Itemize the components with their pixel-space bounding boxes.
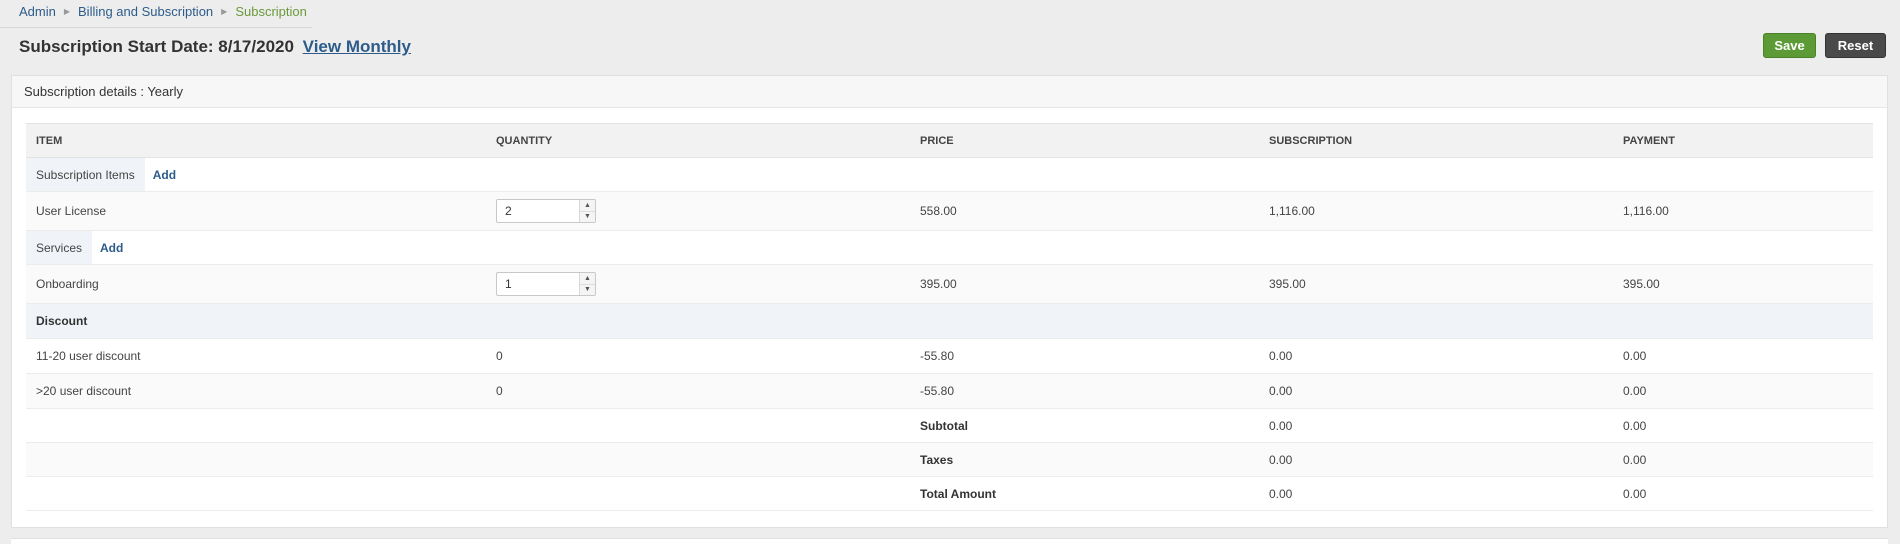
breadcrumb: Admin ▶ Billing and Subscription ▶ Subsc… (19, 0, 307, 22)
subscription-cell: 1,116.00 (1259, 191, 1613, 231)
item-name: >20 user discount (26, 373, 486, 409)
subscription-start-date: Subscription Start Date: 8/17/2020 (19, 37, 294, 56)
page-title: Subscription Start Date: 8/17/2020 View … (19, 37, 411, 57)
payment-cell: 0.00 (1613, 373, 1873, 409)
column-header-price: PRICE (910, 123, 1259, 158)
reset-button[interactable]: Reset (1825, 33, 1886, 58)
payment-cell: 0.00 (1613, 408, 1873, 443)
add-subscription-item-button[interactable]: Add (145, 158, 176, 191)
payment-cell: 0.00 (1613, 442, 1873, 477)
table-header-row: ITEM QUANTITY PRICE SUBSCRIPTION PAYMENT (26, 123, 1873, 158)
summary-label: Subtotal (910, 408, 1259, 443)
chevron-right-icon: ▶ (221, 6, 228, 16)
quantity-stepper[interactable]: 1 ▲ ▼ (496, 272, 596, 296)
table-row-onboarding: Onboarding 1 ▲ ▼ 395.00 395.00 395.00 (26, 264, 1873, 304)
quantity-cell: 0 (486, 338, 910, 374)
payment-cell: 0.00 (1613, 476, 1873, 511)
view-monthly-link[interactable]: View Monthly (303, 37, 411, 56)
subscription-cell: 0.00 (1259, 338, 1613, 374)
save-button[interactable]: Save (1763, 33, 1816, 58)
panel-title: Subscription details : Yearly (12, 76, 1887, 108)
column-header-payment: PAYMENT (1613, 123, 1873, 158)
table-row-user-license: User License 2 ▲ ▼ 558.00 1,116.00 1,116… (26, 191, 1873, 231)
payment-cell: 395.00 (1613, 264, 1873, 304)
table-row-taxes: Taxes 0.00 0.00 (26, 442, 1873, 477)
payment-cell: 0.00 (1613, 338, 1873, 374)
caret-down-icon[interactable]: ▼ (580, 212, 595, 223)
item-name: 11-20 user discount (26, 338, 486, 374)
table-row-total: Total Amount 0.00 0.00 (26, 476, 1873, 511)
payment-cell: 1,116.00 (1613, 191, 1873, 231)
price-cell: 558.00 (910, 191, 1259, 231)
price-cell: -55.80 (910, 338, 1259, 374)
price-cell: -55.80 (910, 373, 1259, 409)
summary-label: Total Amount (910, 476, 1259, 511)
chevron-right-icon: ▶ (63, 6, 71, 16)
column-header-subscription: SUBSCRIPTION (1259, 123, 1613, 158)
subscription-table: ITEM QUANTITY PRICE SUBSCRIPTION PAYMENT… (26, 123, 1873, 511)
column-header-item: ITEM (26, 123, 486, 158)
breadcrumb-divider (0, 27, 312, 28)
subscription-cell: 0.00 (1259, 476, 1613, 511)
group-label-discount: Discount (26, 303, 1873, 339)
quantity-stepper[interactable]: 2 ▲ ▼ (496, 199, 596, 223)
caret-up-icon[interactable]: ▲ (580, 273, 595, 285)
breadcrumb-current: Subscription (235, 3, 307, 19)
quantity-input[interactable]: 2 (497, 200, 579, 222)
group-row-services: Services Add (26, 230, 1873, 265)
subscription-cell: 0.00 (1259, 408, 1613, 443)
table-row-discount: >20 user discount 0 -55.80 0.00 0.00 (26, 373, 1873, 409)
add-service-button[interactable]: Add (92, 231, 123, 264)
group-label-subscription-items: Subscription Items (26, 158, 145, 191)
breadcrumb-billing[interactable]: Billing and Subscription (78, 4, 213, 19)
subscription-details-panel: Subscription details : Yearly ITEM QUANT… (11, 75, 1888, 528)
item-name: Onboarding (26, 264, 486, 304)
table-row-discount: 11-20 user discount 0 -55.80 0.00 0.00 (26, 338, 1873, 374)
subscription-cell: 395.00 (1259, 264, 1613, 304)
breadcrumb-admin[interactable]: Admin (19, 4, 56, 19)
table-row-subtotal: Subtotal 0.00 0.00 (26, 408, 1873, 443)
group-row-subscription-items: Subscription Items Add (26, 157, 1873, 192)
price-cell: 395.00 (910, 264, 1259, 304)
subscription-cell: 0.00 (1259, 373, 1613, 409)
quantity-input[interactable]: 1 (497, 273, 579, 295)
caret-down-icon[interactable]: ▼ (580, 285, 595, 296)
group-label-services: Services (26, 231, 93, 264)
subscription-cell: 0.00 (1259, 442, 1613, 477)
next-panel-edge (11, 538, 1888, 544)
summary-label: Taxes (910, 442, 1259, 477)
quantity-cell: 0 (486, 373, 910, 409)
item-name: User License (26, 191, 486, 231)
caret-up-icon[interactable]: ▲ (580, 200, 595, 212)
column-header-quantity: QUANTITY (486, 123, 910, 158)
group-row-discount: Discount (26, 303, 1873, 339)
